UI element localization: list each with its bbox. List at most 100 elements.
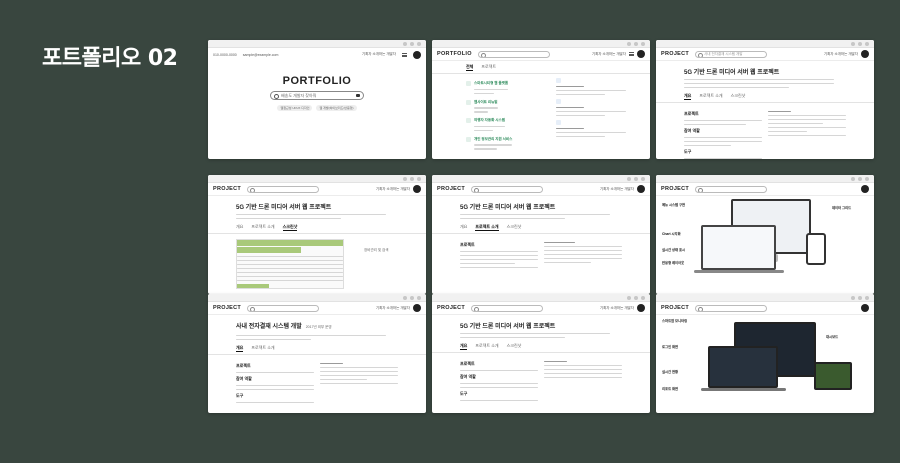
tab-intro[interactable]: 프로젝트 소개: [251, 224, 274, 231]
laptop-mockup: [708, 346, 778, 388]
contact-phone: 010-0000-0000: [213, 52, 237, 57]
card-dashboard-mockup[interactable]: PROJECT 스마트팜 모니터링 대시보드 로그인 화면 실시간 현황 리포트…: [656, 294, 874, 413]
result-item[interactable]: 개인 정보관리 지원 서비스: [466, 136, 546, 153]
avatar[interactable]: [637, 50, 645, 58]
project-title: 5G 기반 드론 미디어 서버 웹 프로젝트: [236, 205, 332, 211]
tab-screenshot[interactable]: 스크린샷: [507, 224, 522, 231]
section-overview: 프로젝트: [236, 363, 251, 368]
tablet-mockup: [814, 362, 852, 390]
logo[interactable]: PORTFOLIO: [437, 51, 472, 57]
tab-intro[interactable]: 프로젝트 소개: [475, 343, 498, 350]
tab-all[interactable]: 전체: [466, 64, 474, 71]
label-grid: 데이터 그리드: [832, 206, 852, 210]
home-topbar: 010-0000-0000 sample@example.com 기획자 소개하…: [208, 48, 426, 61]
header-nav[interactable]: 기획자 소개하는 개발자: [376, 306, 410, 311]
home-nav[interactable]: 기획자 소개하는 개발자: [362, 52, 396, 57]
project-title: 사내 전자결재 시스템 개발: [236, 324, 302, 330]
tab-intro[interactable]: 프로젝트 소개: [699, 93, 722, 100]
project-title: 5G 기반 드론 미디어 서버 웹 프로젝트: [684, 70, 780, 76]
avatar[interactable]: [413, 304, 421, 312]
tab-screenshot[interactable]: 스크린샷: [507, 343, 522, 350]
browser-chrome: [208, 40, 426, 48]
header-nav[interactable]: 기획자 소개하는 개발자: [600, 187, 634, 192]
phone-mockup: [806, 233, 826, 265]
label-realtime: 실시간 현황: [662, 370, 679, 374]
label-login: 로그인 화면: [662, 345, 679, 349]
search-input[interactable]: [695, 304, 768, 312]
avatar[interactable]: [637, 185, 645, 193]
avatar[interactable]: [861, 185, 869, 193]
logo[interactable]: PROJECT: [437, 305, 465, 311]
header-nav[interactable]: 기획자 소개하는 개발자: [376, 187, 410, 192]
side-caption: 장비관리 및 검색: [364, 248, 389, 252]
search-input[interactable]: [247, 304, 320, 312]
tab-overview[interactable]: 개요: [684, 93, 692, 100]
section-role: 참여 역할: [684, 128, 700, 133]
logo[interactable]: PROJECT: [661, 305, 689, 311]
page-title: 포트폴리오 02: [42, 46, 178, 71]
logo[interactable]: PROJECT: [213, 305, 241, 311]
card-project-screenshot[interactable]: PROJECT 기획자 소개하는 개발자 5G 기반 드론 미디어 서버 웹 프…: [208, 175, 426, 294]
search-input[interactable]: [471, 185, 544, 193]
logo[interactable]: PROJECT: [437, 186, 465, 192]
browser-chrome: [432, 40, 650, 48]
screenshot-table: [236, 239, 344, 289]
chip-1[interactable]: 웹 개발(하이브리드/반응형): [316, 105, 357, 111]
logo[interactable]: PROJECT: [661, 51, 689, 57]
label-menu: 메뉴 시스템 구현: [662, 203, 686, 207]
search-header: PORTFOLIO 기획자 소개하는 개발자: [432, 48, 650, 61]
logo[interactable]: PROJECT: [213, 186, 241, 192]
search-input[interactable]: [471, 304, 544, 312]
laptop-mockup: [701, 225, 776, 270]
section-overview: 프로젝트: [460, 361, 475, 366]
search-input[interactable]: [695, 185, 768, 193]
label-chart: Chart 시각화: [662, 232, 681, 236]
home-search-input[interactable]: 배송도 개발자 찾아줘: [270, 91, 364, 100]
result-item[interactable]: 웹사이트 리뉴얼: [466, 99, 546, 116]
card-project-overview[interactable]: PROJECT 사내 전자결재 시스템 개발 기획자 소개하는 개발자 5G 기…: [656, 40, 874, 159]
tab-overview[interactable]: 개요: [236, 224, 243, 231]
section-overview: 프로젝트: [684, 111, 699, 116]
avatar[interactable]: [413, 50, 421, 59]
avatar[interactable]: [637, 304, 645, 312]
avatar[interactable]: [861, 304, 869, 312]
section-role: 참여 역할: [236, 376, 252, 381]
tab-intro[interactable]: 프로젝트 소개: [251, 345, 274, 352]
header-nav[interactable]: 기획자 소개하는 개발자: [592, 52, 626, 57]
logo[interactable]: PROJECT: [661, 186, 689, 192]
section-overview: 프로젝트: [460, 242, 475, 247]
tab-overview[interactable]: 개요: [236, 345, 244, 352]
tab-intro[interactable]: 프로젝트 소개: [475, 224, 499, 231]
label-report: 리포트 화면: [662, 387, 679, 391]
card-project-intro[interactable]: PROJECT 기획자 소개하는 개발자 5G 기반 드론 미디어 서버 웹 프…: [432, 175, 650, 294]
search-input[interactable]: [477, 50, 550, 58]
header-nav[interactable]: 기획자 소개하는 개발자: [824, 52, 858, 57]
avatar[interactable]: [413, 185, 421, 193]
chip-0[interactable]: 웹접근성 UI/UX 디자인: [277, 105, 313, 111]
card-portfolio-home[interactable]: 010-0000-0000 sample@example.com 기획자 소개하…: [208, 40, 426, 159]
result-item[interactable]: 스마트시티형 웹 플랫폼: [466, 81, 546, 97]
card-search-results[interactable]: PORTFOLIO 기획자 소개하는 개발자 전체 프로젝트 스마트시티형 웹 …: [432, 40, 650, 159]
avatar[interactable]: [861, 50, 869, 58]
tab-project[interactable]: 프로젝트: [481, 64, 496, 71]
tab-screenshot[interactable]: 스크린샷: [282, 224, 298, 231]
project-title: 5G 기반 드론 미디어 서버 웹 프로젝트: [460, 205, 556, 211]
menu-icon[interactable]: [402, 52, 407, 57]
tab-overview[interactable]: 개요: [460, 224, 467, 231]
label-layout: 반응형 레이아웃: [662, 261, 685, 265]
tab-screenshot[interactable]: 스크린샷: [731, 93, 746, 100]
header-nav[interactable]: 기획자 소개하는 개발자: [600, 306, 634, 311]
search-input[interactable]: [247, 185, 320, 193]
result-item[interactable]: 여행자 자동화 시스템: [466, 118, 546, 134]
card-project-overview-2[interactable]: PROJECT 기획자 소개하는 개발자 5G 기반 드론 미디어 서버 웹 프…: [432, 294, 650, 413]
card-approval-system[interactable]: PROJECT 기획자 소개하는 개발자 사내 전자결재 시스템 개발 2017…: [208, 294, 426, 413]
contact-email[interactable]: sample@example.com: [243, 53, 279, 57]
label-app: 스마트팜 모니터링: [662, 319, 688, 323]
search-input[interactable]: 사내 전자결재 시스템 개발: [695, 50, 768, 58]
menu-icon[interactable]: [629, 52, 634, 56]
card-device-mockup[interactable]: PROJECT 메뉴 시스템 구현 데이터 그리드 Chart 시각화 실시간 …: [656, 175, 874, 294]
tab-overview[interactable]: 개요: [460, 343, 468, 350]
section-tools: 도구: [236, 393, 244, 398]
browser-chrome: [656, 40, 874, 48]
approval-tag: 2017년 외부 운영: [305, 325, 332, 329]
